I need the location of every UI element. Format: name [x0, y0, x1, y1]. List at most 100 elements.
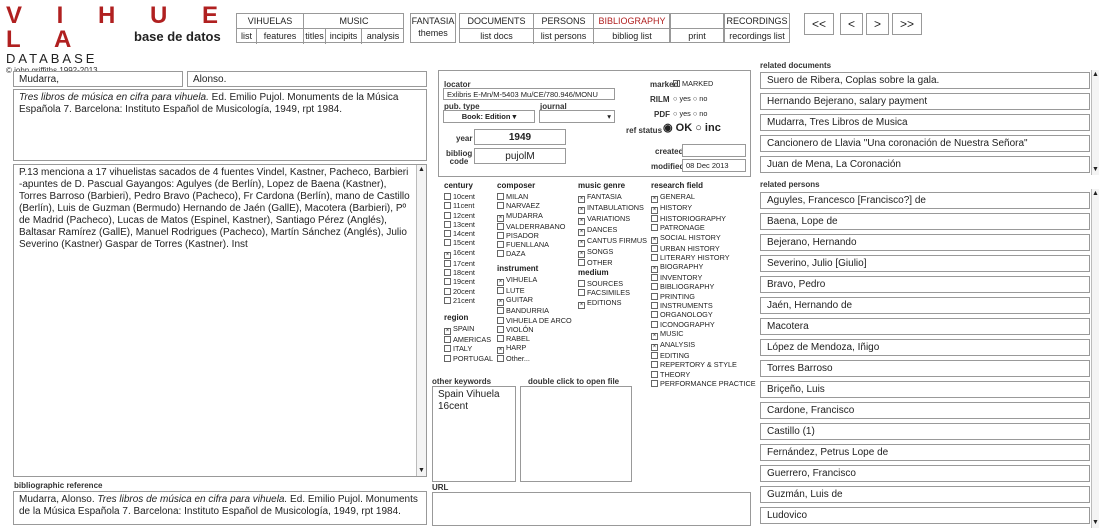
next-record-button[interactable]: >: [866, 13, 889, 35]
first-record-button[interactable]: <<: [804, 13, 834, 35]
modified-field[interactable]: 08 Dec 2013: [682, 159, 746, 172]
checkbox-spain[interactable]: × SPAIN: [444, 324, 498, 335]
checkbox-iconography[interactable]: ICONOGRAPHY: [651, 320, 751, 329]
checkbox-vihuela-de-arco[interactable]: VIHUELA DE ARCO: [497, 316, 577, 325]
last-record-button[interactable]: >>: [892, 13, 922, 35]
checkbox-vihuela[interactable]: × VIHUELA: [497, 275, 577, 286]
file-drop-field[interactable]: [520, 386, 632, 482]
list-item[interactable]: Torres Barroso: [760, 360, 1090, 377]
last-name-field[interactable]: Mudarra,: [13, 71, 183, 87]
list-item[interactable]: Baena, Lope de: [760, 213, 1090, 230]
checkbox-italy[interactable]: ITALY: [444, 344, 498, 353]
list-item[interactable]: Guerrero, Francisco: [760, 465, 1090, 482]
checkbox-music[interactable]: × MUSIC: [651, 329, 751, 340]
pdf-yes[interactable]: yes: [679, 109, 690, 118]
nav-bibliog-list[interactable]: bibliog list: [594, 29, 670, 44]
checkbox-patronage[interactable]: PATRONAGE: [651, 223, 751, 232]
checkbox-bandurria[interactable]: BANDURRIA: [497, 306, 577, 315]
checkbox-urban-history[interactable]: URBAN HISTORY: [651, 244, 751, 253]
list-item[interactable]: Mudarra, Tres Libros de Musica: [760, 114, 1090, 131]
scroll-down-icon[interactable]: ▼: [1092, 518, 1099, 528]
checkbox-history[interactable]: × HISTORY: [651, 203, 751, 214]
checkbox-editions[interactable]: × EDITIONS: [578, 298, 656, 309]
nav-vihuelas-features[interactable]: features: [257, 29, 304, 44]
checkbox-inventory[interactable]: INVENTORY: [651, 273, 751, 282]
bib-ref-field[interactable]: Mudarra, Alonso. Tres libros de música e…: [13, 491, 427, 525]
nav-music-titles[interactable]: titles: [304, 29, 326, 44]
list-item[interactable]: Fernández, Petrus Lope de: [760, 444, 1090, 461]
related-docs-scrollbar[interactable]: ▲ ▼: [1091, 70, 1099, 175]
checkbox-sources[interactable]: SOURCES: [578, 279, 656, 288]
checkbox-16cent[interactable]: × 16cent: [444, 248, 498, 259]
scroll-up-icon[interactable]: ▲: [1092, 70, 1099, 80]
checkbox-12cent[interactable]: 12cent: [444, 211, 498, 220]
list-item[interactable]: Ludovico: [760, 507, 1090, 524]
checkbox-americas[interactable]: AMERICAS: [444, 335, 498, 344]
rilm-radio[interactable]: ○ yes ○ no: [673, 94, 707, 103]
checkbox-instruments[interactable]: INSTRUMENTS: [651, 301, 751, 310]
checkbox-organology[interactable]: ORGANOLOGY: [651, 310, 751, 319]
checkbox-lute[interactable]: LUTE: [497, 286, 577, 295]
url-field[interactable]: [432, 492, 751, 526]
checkbox-editing[interactable]: EDITING: [651, 351, 751, 360]
list-item[interactable]: Jaén, Hernando de: [760, 297, 1090, 314]
checkbox-10cent[interactable]: 10cent: [444, 192, 498, 201]
notes-field[interactable]: P.13 menciona a 17 vihuelistas sacados d…: [13, 164, 427, 477]
nav-music-incipits[interactable]: incipits: [326, 29, 362, 44]
list-item[interactable]: Briçeño, Luis: [760, 381, 1090, 398]
nav-vihuelas-list[interactable]: list: [237, 29, 257, 44]
checkbox-performance-practice[interactable]: PERFORMANCE PRACTICE: [651, 379, 756, 388]
checkbox-milan[interactable]: MILAN: [497, 192, 577, 201]
list-item[interactable]: Cancionero de Llavia "Una coronación de …: [760, 135, 1090, 152]
checkbox-19cent[interactable]: 19cent: [444, 277, 498, 286]
checkbox-dances[interactable]: × DANCES: [578, 225, 656, 236]
nav-documents-button[interactable]: DOCUMENTS: [460, 14, 534, 29]
scroll-down-icon[interactable]: ▼: [1092, 165, 1099, 175]
checkbox-guitar[interactable]: × GUITAR: [497, 295, 577, 307]
checkbox-cantus-firmus[interactable]: × CANTUS FIRMUS: [578, 236, 656, 247]
checkbox-variations[interactable]: × VARIATIONS: [578, 214, 656, 225]
checkbox-historiography[interactable]: HISTORIOGRAPHY: [651, 214, 751, 223]
checkbox-13cent[interactable]: 13cent: [444, 220, 498, 229]
pubtype-select[interactable]: Book: Edition ▾: [443, 110, 535, 123]
rilm-no[interactable]: no: [699, 94, 707, 103]
notes-scrollbar[interactable]: ▲ ▼: [416, 165, 426, 476]
keywords-field[interactable]: Spain Vihuela 16cent: [432, 386, 516, 482]
checkbox-pisador[interactable]: PISADOR: [497, 231, 577, 240]
related-persons-scrollbar[interactable]: ▲ ▼: [1091, 189, 1099, 528]
checkbox-18cent[interactable]: 18cent: [444, 268, 498, 277]
nav-bibliography-button[interactable]: BIBLIOGRAPHY: [594, 14, 670, 29]
created-field[interactable]: [682, 144, 746, 157]
nav-documents-list[interactable]: list docs: [460, 29, 534, 44]
list-item[interactable]: Aguyles, Francesco [Francisco?] de: [760, 192, 1090, 209]
nav-fantasia-themes[interactable]: themes: [411, 26, 455, 41]
checkbox-mudarra[interactable]: × MUDARRA: [497, 211, 577, 222]
checkbox-intabulations[interactable]: × INTABULATIONS: [578, 203, 656, 214]
checkbox-facsimiles[interactable]: FACSIMILES: [578, 288, 656, 297]
checkbox-viol-n[interactable]: VIOLÓN: [497, 325, 577, 334]
nav-vihuelas-button[interactable]: VIHUELAS: [237, 14, 304, 29]
checkbox-repertory-style[interactable]: REPERTORY & STYLE: [651, 360, 751, 369]
list-item[interactable]: Castillo (1): [760, 423, 1090, 440]
checkbox-other[interactable]: OTHER: [578, 258, 656, 267]
checkbox-portugal[interactable]: PORTUGAL: [444, 354, 498, 363]
checkbox-literary-history[interactable]: LITERARY HISTORY: [651, 253, 751, 262]
prev-record-button[interactable]: <: [840, 13, 863, 35]
scroll-up-icon[interactable]: ▲: [417, 165, 426, 175]
nav-persons-list[interactable]: list persons: [534, 29, 594, 44]
list-item[interactable]: Macotera: [760, 318, 1090, 335]
list-item[interactable]: López de Mendoza, Iñigo: [760, 339, 1090, 356]
journal-select[interactable]: ▾: [539, 110, 615, 123]
checkbox-11cent[interactable]: 11cent: [444, 201, 498, 210]
checkbox-analysis[interactable]: × ANALYSIS: [651, 340, 751, 351]
year-field[interactable]: 1949: [474, 129, 566, 145]
marked-checkbox[interactable]: MARKED: [673, 79, 713, 88]
first-name-field[interactable]: Alonso.: [187, 71, 427, 87]
checkbox-narvaez[interactable]: NARVAEZ: [497, 201, 577, 210]
checkbox-other-[interactable]: Other...: [497, 354, 577, 363]
pdf-no[interactable]: no: [699, 109, 707, 118]
refstatus-radio[interactable]: ◉ OK ○ inc: [663, 121, 721, 134]
list-item[interactable]: Bejerano, Hernando: [760, 234, 1090, 251]
list-item[interactable]: Suero de Ribera, Coplas sobre la gala.: [760, 72, 1090, 89]
refstatus-inc[interactable]: inc: [705, 122, 721, 134]
